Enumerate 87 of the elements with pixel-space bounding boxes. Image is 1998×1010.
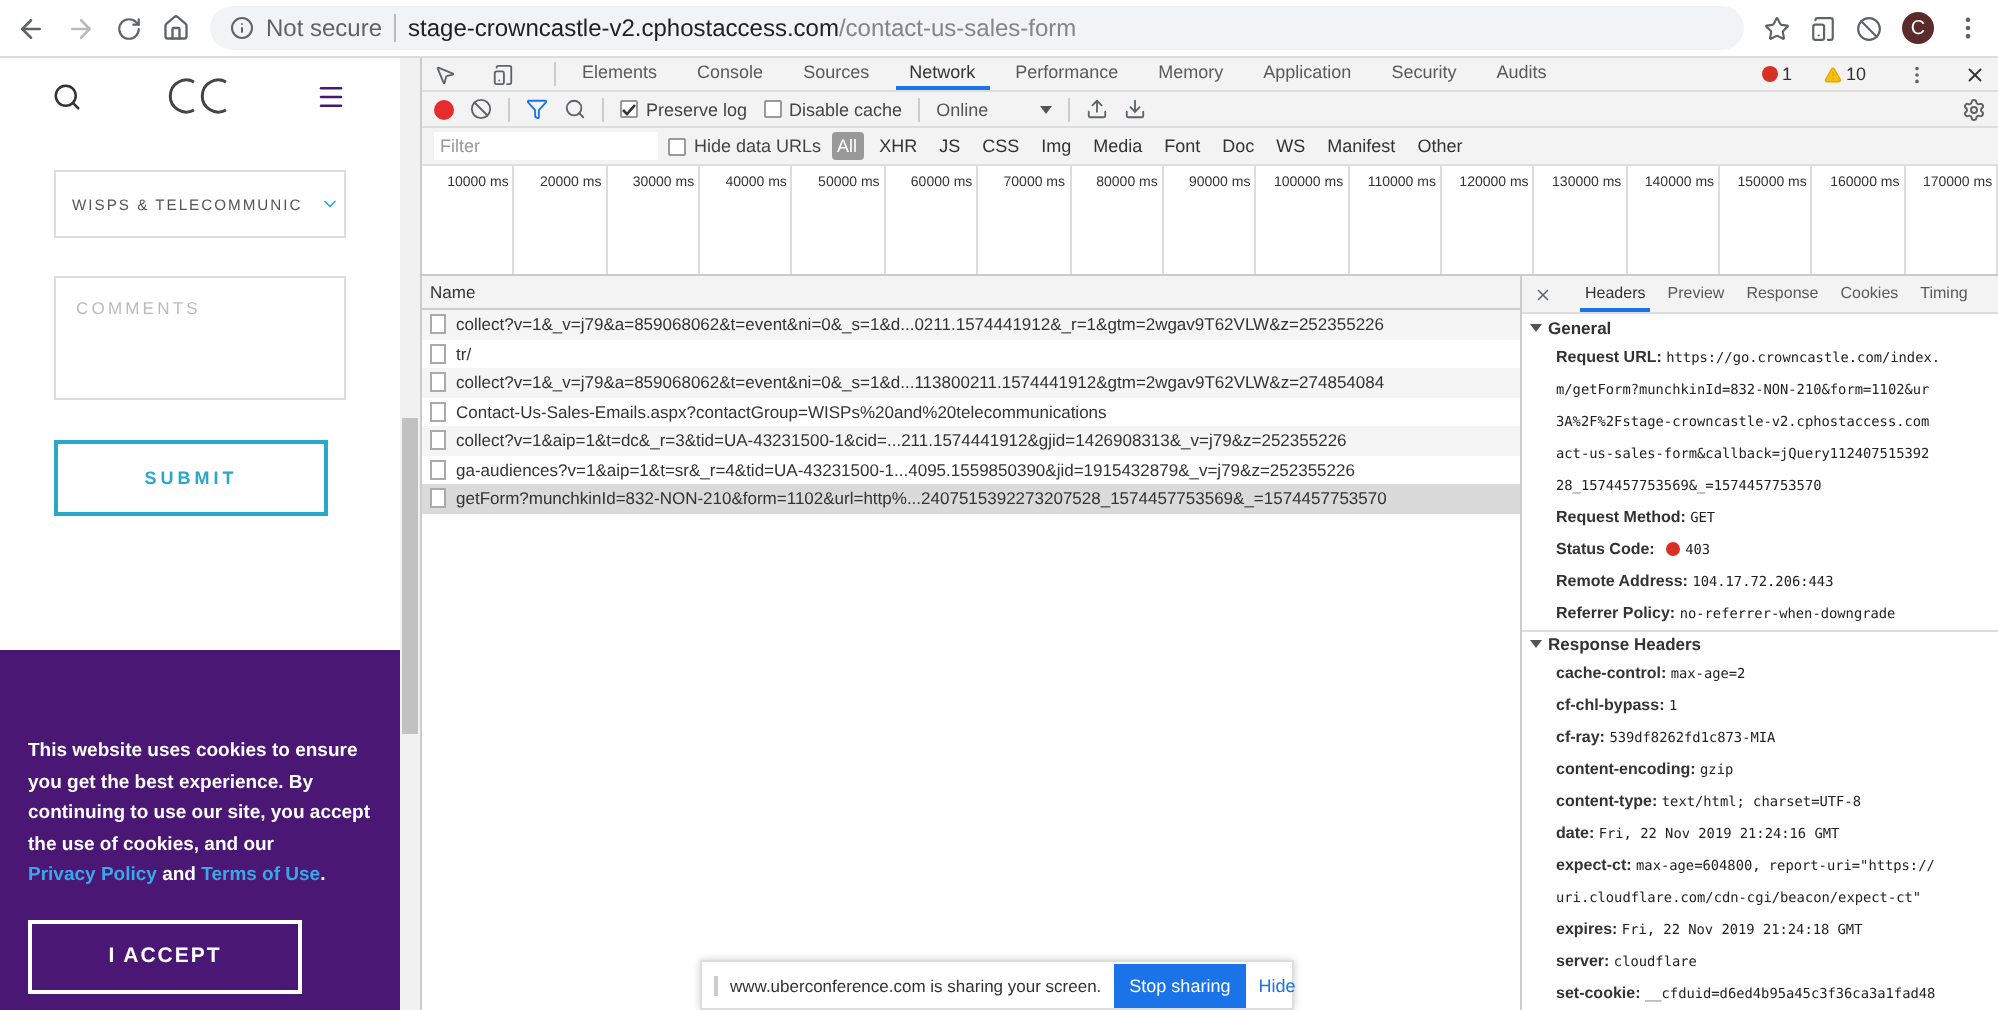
type-filter[interactable]: Manifest [1321, 132, 1402, 160]
type-filter[interactable]: Font [1158, 132, 1207, 160]
type-filter[interactable]: Img [1035, 132, 1078, 160]
request-row[interactable]: Contact-Us-Sales-Emails.aspx?contactGroup=WISPs%20and%20telecommunications [422, 397, 1520, 426]
address-bar[interactable]: Not secure stage-crowncastle-v2.cphostaccess.com/contact-us-sales-form [210, 6, 1744, 50]
scrollbar[interactable] [400, 58, 420, 1010]
privacy-link[interactable]: Privacy Policy [28, 864, 157, 887]
error-count[interactable]: 1 [1761, 64, 1792, 84]
file-icon [430, 372, 446, 393]
devtools-tab[interactable]: Memory [1144, 58, 1238, 90]
record-button[interactable] [434, 99, 454, 119]
type-filter[interactable]: WS [1270, 132, 1312, 160]
section-header[interactable]: General [1522, 314, 1998, 342]
checkbox[interactable] [763, 100, 782, 118]
devtools-tab[interactable]: Application [1249, 58, 1366, 90]
cookie-text: This website uses cookies to ensure you get the best experience. By continuing to use our site, you accept the use of cookies, and our Privacy Policy and Terms of Use. [28, 738, 372, 891]
warning-icon [1823, 65, 1842, 83]
menu-icon[interactable] [316, 81, 346, 111]
checkbox[interactable] [668, 137, 686, 155]
collapse-icon [1040, 103, 1053, 115]
request-row[interactable]: tr/ [422, 339, 1520, 368]
collapse-icon [1530, 638, 1542, 651]
preserve-log-checkbox[interactable]: Preserve log [620, 99, 748, 119]
checkbox[interactable] [620, 100, 638, 118]
home-icon[interactable] [162, 14, 190, 42]
back-icon[interactable] [16, 13, 46, 43]
share-message: www.uberconference.com is sharing your screen. [730, 975, 1102, 995]
disable-cache-checkbox[interactable]: Disable cache [763, 99, 903, 119]
error-icon [1761, 66, 1778, 82]
request-row[interactable]: collect?v=1&aip=1&t=dc&_r=3&tid=UA-43231500-1&cid=...211.1574441912&gjid=1426908313&_v=j79&z=252355226 [422, 426, 1520, 455]
file-icon [430, 401, 446, 422]
type-filter[interactable]: Other [1411, 132, 1469, 160]
close-icon[interactable] [1534, 285, 1552, 303]
warning-count[interactable]: 10 [1823, 64, 1866, 84]
type-filter[interactable]: JS [933, 132, 967, 160]
clear-icon[interactable] [470, 98, 492, 120]
search-icon[interactable] [52, 81, 82, 111]
details-tab[interactable]: Headers [1580, 276, 1651, 312]
download-icon[interactable] [1124, 98, 1147, 120]
file-icon [430, 343, 446, 364]
upload-icon[interactable] [1086, 98, 1109, 120]
devtools-tab[interactable]: Performance [1001, 58, 1133, 90]
type-filter[interactable]: CSS [976, 132, 1026, 160]
devtools-tab[interactable]: Console [683, 58, 778, 90]
settings-icon[interactable] [1962, 97, 1986, 121]
profile-avatar[interactable]: C [1902, 12, 1934, 44]
terms-link[interactable]: Terms of Use [201, 864, 321, 887]
devtools-tab[interactable]: Audits [1482, 58, 1561, 90]
inspect-icon[interactable] [434, 63, 456, 85]
info-icon [230, 16, 254, 40]
details-tab[interactable]: Response [1741, 276, 1824, 312]
check-icon [622, 103, 636, 115]
devtools-tab[interactable]: Elements [568, 58, 672, 90]
security-label: Not secure [266, 14, 397, 42]
file-icon [430, 430, 446, 451]
devtools-tab[interactable]: Security [1377, 58, 1471, 90]
star-icon[interactable] [1764, 15, 1790, 41]
collapse-icon [1530, 321, 1542, 334]
section-header[interactable]: Response Headers [1522, 629, 1998, 658]
throttling-select[interactable]: Online [936, 99, 1053, 119]
column-header[interactable]: Name [422, 276, 1520, 310]
details-tab[interactable]: Timing [1915, 276, 1973, 312]
reload-icon[interactable] [116, 15, 142, 41]
device-icon[interactable] [492, 63, 514, 85]
hide-link[interactable]: Hide [1258, 975, 1296, 995]
file-icon [430, 488, 446, 509]
file-icon [430, 459, 446, 480]
request-row[interactable]: ga-audiences?v=1&aip=1&t=sr&_r=4&tid=UA-43231500-1...4095.1559850390&jid=1915432879&_v=j79&z=252355226 [422, 455, 1520, 484]
request-row[interactable]: collect?v=1&_v=j79&a=859068062&t=event&ni=0&_s=1&d...0211.1574441912&_r=1&gtm=2wgav9T62VLW&z=252355226 [422, 310, 1520, 339]
accept-button[interactable]: I ACCEPT [28, 919, 302, 994]
details-tab[interactable]: Preview [1662, 276, 1730, 312]
filter-icon[interactable] [526, 98, 548, 120]
request-row[interactable]: collect?v=1&_v=j79&a=859068062&t=event&ni=0&_s=1&d...113800211.1574441912&gtm=2wgav9T62VLW&z=274854084 [422, 368, 1520, 397]
url-text: stage-crowncastle-v2.cphostaccess.com/contact-us-sales-form [408, 14, 1077, 42]
devtools-tab[interactable]: Sources [789, 58, 884, 90]
filter-field[interactable]: Filter [434, 132, 658, 160]
search-icon[interactable] [564, 98, 586, 120]
type-filter[interactable]: Doc [1216, 132, 1261, 160]
stop-sharing-button[interactable]: Stop sharing [1113, 963, 1247, 1007]
details-tab[interactable]: Cookies [1835, 276, 1904, 312]
file-icon [430, 314, 446, 335]
close-icon[interactable] [1964, 63, 1986, 85]
hide-data-urls-checkbox[interactable]: Hide data URLs [668, 136, 822, 156]
status-dot [1665, 541, 1680, 556]
request-row[interactable]: getForm?munchkinId=832-NON-210&form=1102&url=http%...2407515392273207528_1574457753569&_=1574457753570 [422, 484, 1520, 513]
type-filter[interactable]: XHR [873, 132, 924, 160]
type-filter[interactable]: Media [1087, 132, 1149, 160]
